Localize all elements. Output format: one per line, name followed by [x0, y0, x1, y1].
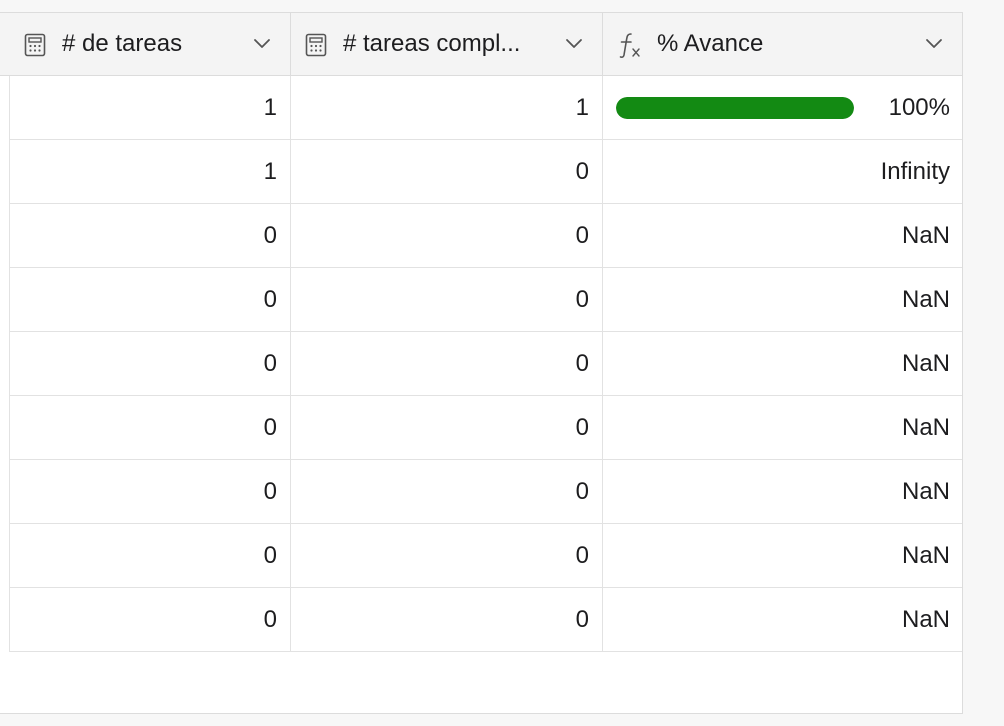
table-row[interactable]: 0 0 NaN: [10, 396, 962, 460]
column-header-label: # de tareas: [62, 30, 183, 57]
chevron-down-icon[interactable]: [925, 37, 943, 49]
cell-tareas[interactable]: 0: [10, 332, 291, 395]
cell-tareas[interactable]: 0: [10, 396, 291, 459]
cell-tareas[interactable]: 0: [10, 204, 291, 267]
cell-tareas[interactable]: 0: [10, 524, 291, 587]
cell-avance[interactable]: NaN: [603, 396, 962, 459]
cell-avance[interactable]: Infinity: [603, 140, 962, 203]
cell-tareas[interactable]: 0: [10, 268, 291, 331]
cell-tareas[interactable]: 0: [10, 588, 291, 651]
cell-tareas[interactable]: 1: [10, 140, 291, 203]
cell-tareas-completadas[interactable]: 0: [291, 396, 603, 459]
progress-bar: [616, 97, 854, 119]
cell-tareas-completadas[interactable]: 0: [291, 204, 603, 267]
cell-avance[interactable]: NaN: [603, 332, 962, 395]
cell-tareas-completadas[interactable]: 0: [291, 332, 603, 395]
column-header-label: % Avance: [657, 30, 764, 57]
table-row[interactable]: 1 1 100%: [10, 76, 962, 140]
table-row[interactable]: 0 0 NaN: [10, 588, 962, 652]
chevron-down-icon[interactable]: [565, 37, 583, 49]
cell-avance[interactable]: NaN: [603, 268, 962, 331]
column-header-tareas[interactable]: # de tareas: [10, 13, 291, 75]
header-row: # de tareas # tareas compl... % Avance: [0, 13, 962, 76]
row-selector-strip: [0, 13, 10, 652]
cell-avance[interactable]: NaN: [603, 204, 962, 267]
formula-icon: [619, 33, 640, 58]
column-header-tareas-completadas[interactable]: # tareas compl...: [291, 13, 603, 75]
cell-avance[interactable]: NaN: [603, 588, 962, 651]
table-row[interactable]: 1 0 Infinity: [10, 140, 962, 204]
cell-avance[interactable]: NaN: [603, 460, 962, 523]
cell-avance[interactable]: NaN: [603, 524, 962, 587]
table-row[interactable]: 0 0 NaN: [10, 524, 962, 588]
data-grid: # de tareas # tareas compl... % Avance 1…: [0, 12, 963, 714]
chevron-down-icon[interactable]: [253, 37, 271, 49]
grid-body: 1 1 100% 1 0 Infinity 0 0 NaN 0 0 NaN 0: [10, 76, 962, 652]
avance-value: 100%: [888, 94, 950, 121]
cell-tareas-completadas[interactable]: 0: [291, 268, 603, 331]
cell-tareas-completadas[interactable]: 1: [291, 76, 603, 139]
calculator-icon: [24, 33, 46, 57]
table-row[interactable]: 0 0 NaN: [10, 268, 962, 332]
cell-avance[interactable]: 100%: [603, 76, 962, 139]
column-header-label: # tareas compl...: [343, 30, 521, 57]
column-header-avance[interactable]: % Avance: [603, 13, 962, 75]
cell-tareas-completadas[interactable]: 0: [291, 524, 603, 587]
table-row[interactable]: 0 0 NaN: [10, 204, 962, 268]
cell-tareas[interactable]: 0: [10, 460, 291, 523]
table-row[interactable]: 0 0 NaN: [10, 332, 962, 396]
cell-tareas[interactable]: 1: [10, 76, 291, 139]
cell-tareas-completadas[interactable]: 0: [291, 460, 603, 523]
cell-tareas-completadas[interactable]: 0: [291, 140, 603, 203]
table-row[interactable]: 0 0 NaN: [10, 460, 962, 524]
cell-tareas-completadas[interactable]: 0: [291, 588, 603, 651]
progress-bar-fill: [616, 97, 854, 119]
calculator-icon: [305, 33, 327, 57]
